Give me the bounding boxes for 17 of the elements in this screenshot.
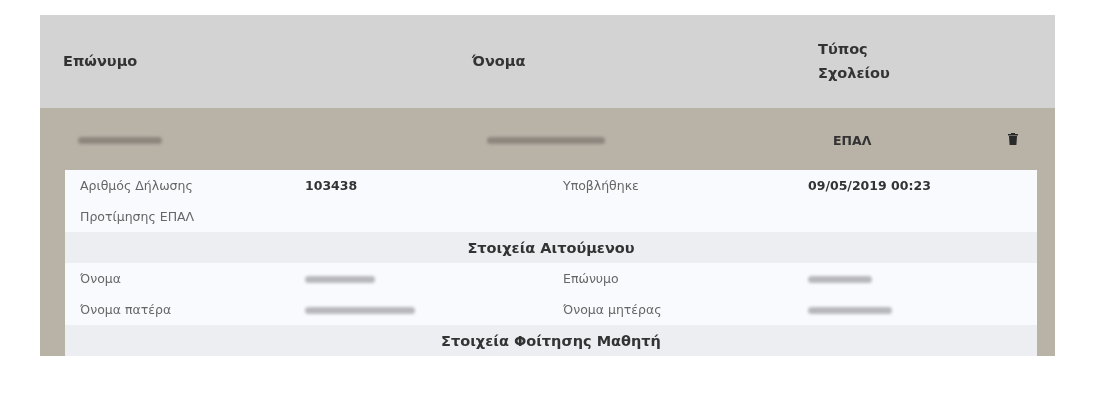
field-label: Όνομα μητέρας bbox=[563, 302, 662, 317]
field-label: Όνομα πατέρα bbox=[80, 302, 172, 317]
section-title: Στοιχεία Αιτούμενου bbox=[65, 232, 1037, 263]
field-label: Επώνυμο bbox=[563, 271, 619, 286]
column-header: Τύπος Σχολείου bbox=[818, 40, 891, 83]
field-label: Προτίμησης ΕΠΑΛ bbox=[80, 209, 195, 224]
column-header: Επώνυμο bbox=[63, 51, 139, 71]
field-label: Αριθμός Δήλωσης bbox=[80, 178, 193, 193]
field-label: Υποβλήθηκε bbox=[563, 178, 639, 193]
trash-icon[interactable] bbox=[1008, 133, 1018, 145]
field-value: 103438 bbox=[305, 178, 358, 193]
table-row[interactable]: ΕΠΑΛ Αριθμός Δήλωσης 103438 Υποβλήθηκε 09/05/2019 00:23 Προτίμησης ΕΠΑΛ Στοιχεία Αιτούμενου Όνομα Επώνυμο Όνομα πατέρα Όνομα μητέρας Στοιχεία Φοίτησης Μαθητή bbox=[40, 108, 1055, 356]
column-header: Όνομα bbox=[472, 51, 527, 71]
field-value: 09/05/2019 00:23 bbox=[808, 178, 931, 193]
field-label: Όνομα bbox=[80, 271, 121, 286]
section-title: Στοιχεία Φοίτησης Μαθητή bbox=[65, 325, 1037, 356]
table-cell: ΕΠΑΛ bbox=[833, 132, 872, 148]
